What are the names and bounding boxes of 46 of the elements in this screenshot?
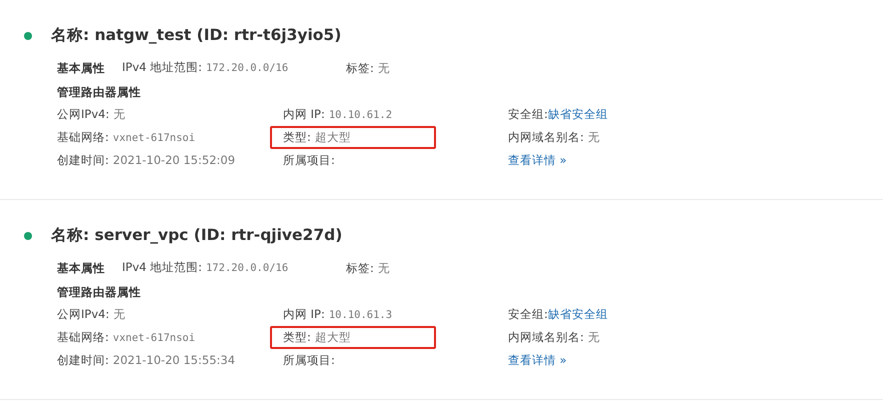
field-label: 类型: <box>283 330 311 344</box>
field-value: 172.20.0.0/16 <box>206 62 288 74</box>
field-label: 内网域名别名: <box>508 330 584 344</box>
section-heading: 基本属性 <box>57 60 106 77</box>
field-label: IPv4 地址范围: <box>122 260 202 274</box>
field-value: 172.20.0.0/16 <box>206 262 288 274</box>
field-label: 标签: <box>346 60 374 75</box>
field-value: 10.10.61.2 <box>328 109 392 122</box>
security-group-link[interactable]: 缺省安全组 <box>548 107 608 122</box>
router-title: 名称: natgw_test (ID: rtr-t6j3yio5) <box>51 25 342 46</box>
field-label: 安全组: <box>508 107 548 122</box>
field-value: 超大型 <box>314 330 351 344</box>
section-heading: 管理路由器属性 <box>57 284 142 302</box>
field-label: 创建时间: <box>57 153 109 168</box>
section-heading: 管理路由器属性 <box>57 84 142 102</box>
field-label: 基础网络: <box>57 330 109 344</box>
field-label: 内网 IP: <box>283 107 325 122</box>
field-label: 公网IPv4: <box>57 107 110 122</box>
security-group-link[interactable]: 缺省安全组 <box>548 307 608 322</box>
field-value: 无 <box>588 130 600 144</box>
field-value: 2021-10-20 15:52:09 <box>112 153 236 168</box>
section-heading: 基本属性 <box>57 260 106 277</box>
details-link[interactable]: 查看详情 » <box>508 353 567 368</box>
field-value: 无 <box>378 60 390 75</box>
field-value: 无 <box>378 260 390 275</box>
field-label: 创建时间: <box>57 353 109 368</box>
field-value: 2021-10-20 15:55:34 <box>112 353 236 368</box>
field-label: 类型: <box>283 130 311 144</box>
field-label: 内网域名别名: <box>508 130 584 144</box>
field-label: IPv4 地址范围: <box>122 60 202 74</box>
field-value: 超大型 <box>314 130 351 144</box>
details-link[interactable]: 查看详情 » <box>508 153 567 168</box>
field-label: 公网IPv4: <box>57 307 110 322</box>
field-value: 10.10.61.3 <box>328 309 392 322</box>
field-value: vxnet-617nsoi <box>112 132 196 144</box>
router-title: 名称: server_vpc (ID: rtr-qjive27d) <box>51 225 342 246</box>
field-label: 安全组: <box>508 307 548 322</box>
field-value: 无 <box>113 107 126 122</box>
field-label: 标签: <box>346 260 374 275</box>
field-value: 无 <box>588 330 600 344</box>
field-value: 无 <box>113 307 126 322</box>
field-value: vxnet-617nsoi <box>112 332 196 344</box>
field-label: 所属项目: <box>283 153 335 168</box>
field-label: 所属项目: <box>283 353 335 368</box>
field-label: 基础网络: <box>57 130 109 144</box>
field-label: 内网 IP: <box>283 307 325 322</box>
